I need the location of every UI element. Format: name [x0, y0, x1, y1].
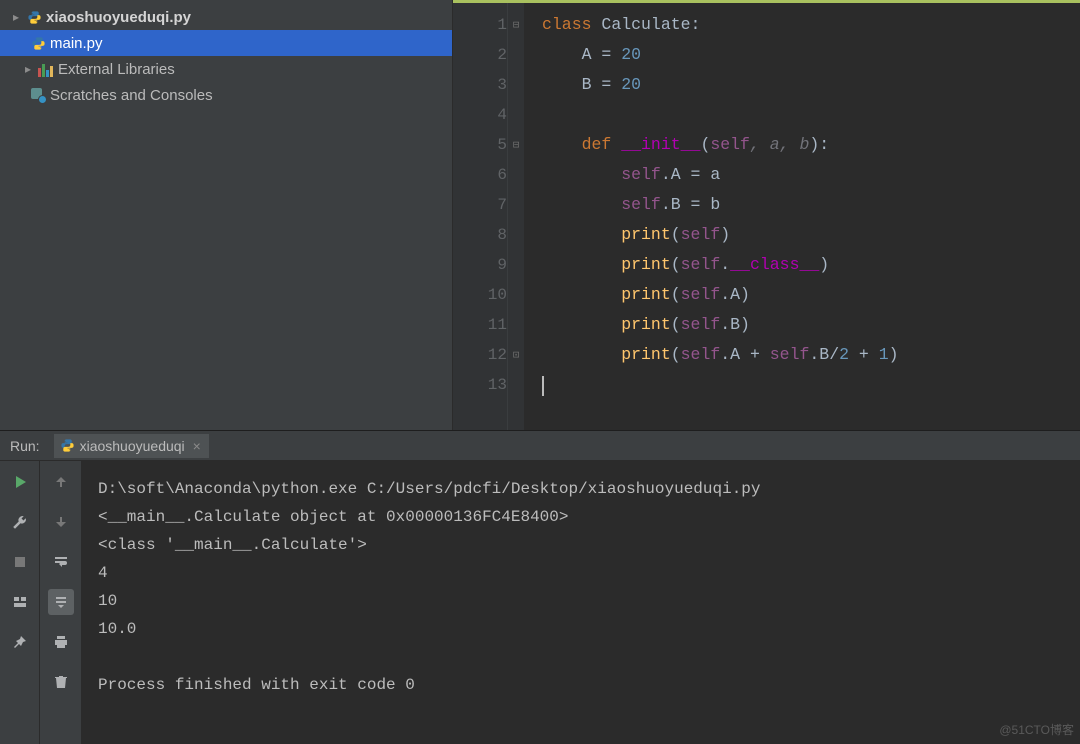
python-file-icon [26, 9, 42, 25]
console-line: D:\soft\Anaconda\python.exe C:/Users/pdc… [98, 480, 761, 498]
up-arrow-icon[interactable] [48, 469, 74, 495]
console-output[interactable]: D:\soft\Anaconda\python.exe C:/Users/pdc… [82, 461, 1080, 744]
scroll-to-end-icon[interactable] [48, 589, 74, 615]
run-label: Run: [10, 438, 40, 454]
tree-row-project-file[interactable]: ▸ xiaoshuoyueduqi.py [0, 4, 452, 30]
stop-button[interactable] [7, 549, 33, 575]
editor-pane[interactable]: 1 2 3 4 5 6 7 8 9 10 11 12 13 ⊟ ⊟ ⊡ clas… [453, 0, 1080, 430]
run-toolbar-secondary [40, 461, 82, 744]
tree-label: xiaoshuoyueduqi.py [46, 9, 191, 26]
layout-icon[interactable] [7, 589, 33, 615]
libraries-icon [38, 61, 54, 77]
console-line: <class '__main__.Calculate'> [98, 536, 367, 554]
python-file-icon [30, 35, 46, 51]
chevron-right-icon: ▸ [10, 10, 22, 24]
watermark: @51CTO博客 [999, 721, 1074, 738]
python-file-icon [60, 438, 76, 454]
soft-wrap-icon[interactable] [48, 549, 74, 575]
gutter-line-numbers: 1 2 3 4 5 6 7 8 9 10 11 12 13 [453, 0, 508, 430]
tree-label: main.py [50, 35, 103, 52]
down-arrow-icon[interactable] [48, 509, 74, 535]
editor-selection-highlight [453, 0, 1080, 3]
trash-icon[interactable] [48, 669, 74, 695]
run-tab[interactable]: xiaoshuoyueduqi × [54, 434, 209, 458]
run-toolbar-primary [0, 461, 40, 744]
code-area[interactable]: class Calculate: A = 20 B = 20 def __ini… [524, 0, 1080, 430]
print-icon[interactable] [48, 629, 74, 655]
tree-label: Scratches and Consoles [50, 87, 213, 104]
console-line: 4 [98, 564, 108, 582]
gutter-fold-column[interactable]: ⊟ ⊟ ⊡ [508, 0, 524, 430]
tree-row-main-py[interactable]: main.py [0, 30, 452, 56]
console-line: <__main__.Calculate object at 0x00000136… [98, 508, 568, 526]
run-tab-label: xiaoshuoyueduqi [80, 438, 185, 454]
scratches-icon [30, 87, 46, 103]
tree-row-external-libraries[interactable]: ▸ External Libraries [0, 56, 452, 82]
pin-icon[interactable] [7, 629, 33, 655]
console-line: Process finished with exit code 0 [98, 676, 415, 694]
close-icon[interactable]: × [193, 438, 201, 454]
console-line: 10.0 [98, 620, 136, 638]
run-panel: Run: xiaoshuoyueduqi × [0, 430, 1080, 744]
tree-row-scratches[interactable]: Scratches and Consoles [0, 82, 452, 108]
wrench-icon[interactable] [7, 509, 33, 535]
project-tree[interactable]: ▸ xiaoshuoyueduqi.py main.py ▸ External … [0, 0, 453, 430]
chevron-right-icon: ▸ [22, 62, 34, 76]
console-line: 10 [98, 592, 117, 610]
run-button[interactable] [7, 469, 33, 495]
run-tab-bar[interactable]: Run: xiaoshuoyueduqi × [0, 431, 1080, 461]
tree-label: External Libraries [58, 61, 175, 78]
